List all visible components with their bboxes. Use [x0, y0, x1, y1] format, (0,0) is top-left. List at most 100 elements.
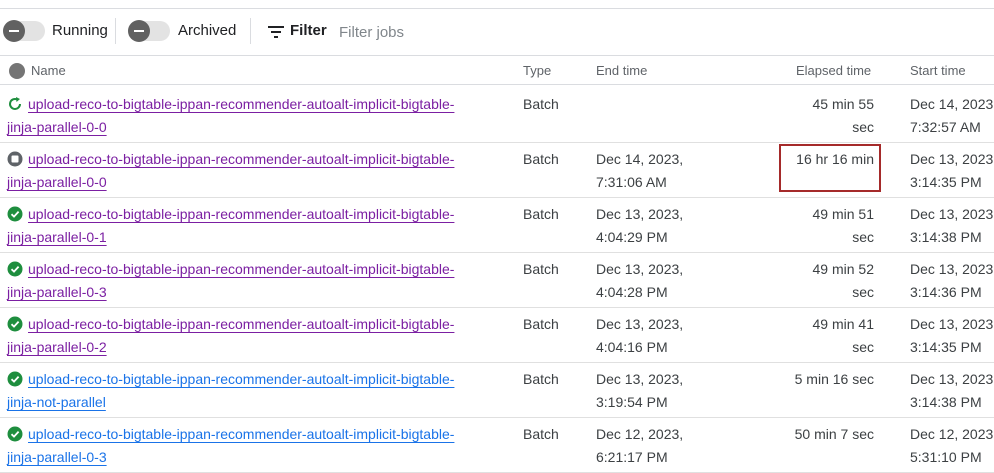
end-time-date: Dec 12, 2023, [596, 426, 684, 442]
start-time-clock: 3:14:35 PM [910, 339, 982, 355]
job-end-time: Dec 13, 2023, 4:04:29 PM [596, 203, 776, 249]
start-time-date: Dec 13, 2023 [910, 151, 994, 167]
filter-label[interactable]: Filter [290, 21, 327, 41]
table-row[interactable]: upload-reco-to-bigtable-ippan-recommende… [0, 418, 994, 473]
table-row[interactable]: upload-reco-to-bigtable-ippan-recommende… [0, 88, 994, 143]
success-check-icon [7, 261, 23, 277]
column-header-type[interactable]: Type [523, 63, 551, 79]
job-name-line1: upload-reco-to-bigtable-ippan-recommende… [28, 316, 455, 332]
elapsed-line1: 5 min 16 sec [794, 371, 874, 387]
job-type: Batch [523, 206, 559, 222]
filter-jobs-input[interactable] [337, 21, 541, 43]
table-header: Name Type End time Elapsed time Start ti… [0, 55, 994, 85]
job-elapsed-time: 5 min 16 sec [760, 368, 874, 391]
column-header-name[interactable]: Name [31, 63, 66, 79]
job-name-line1: upload-reco-to-bigtable-ippan-recommende… [28, 206, 455, 222]
end-time-clock: 4:04:29 PM [596, 229, 668, 245]
column-header-start-time[interactable]: Start time [910, 63, 966, 79]
stopped-status-icon [7, 151, 23, 167]
column-header-elapsed-time[interactable]: Elapsed time [796, 63, 871, 79]
job-name-link[interactable]: upload-reco-to-bigtable-ippan-recommende… [7, 316, 454, 355]
job-name: upload-reco-to-bigtable-ippan-recommende… [7, 148, 487, 194]
job-name-line1: upload-reco-to-bigtable-ippan-recommende… [28, 96, 455, 112]
job-start-time: Dec 14, 2023 7:32:57 AM [910, 93, 994, 139]
job-elapsed-time: 49 min 52 sec [760, 258, 874, 304]
end-time-clock: 3:19:54 PM [596, 394, 668, 410]
job-start-time: Dec 12, 2023 5:31:10 PM [910, 423, 994, 469]
table-row[interactable]: upload-reco-to-bigtable-ippan-recommende… [0, 363, 994, 418]
job-name-line2: jinja-parallel-0-0 [7, 174, 107, 190]
archived-label: Archived [178, 22, 237, 39]
job-name-line2: jinja-parallel-0-2 [7, 339, 107, 355]
job-end-time: Dec 14, 2023, 7:31:06 AM [596, 148, 776, 194]
job-end-time: Dec 13, 2023, 3:19:54 PM [596, 368, 776, 414]
table-row[interactable]: upload-reco-to-bigtable-ippan-recommende… [0, 253, 994, 308]
job-end-time: Dec 13, 2023, 4:04:16 PM [596, 313, 776, 359]
start-time-date: Dec 13, 2023 [910, 316, 994, 332]
job-elapsed-time: 45 min 55 sec [760, 93, 874, 139]
job-end-time: Dec 13, 2023, 4:04:28 PM [596, 258, 776, 304]
table-row[interactable]: upload-reco-to-bigtable-ippan-recommende… [0, 198, 994, 253]
job-name-line2: jinja-not-parallel [7, 394, 106, 410]
job-name-link[interactable]: upload-reco-to-bigtable-ippan-recommende… [7, 96, 454, 135]
column-header-end-time[interactable]: End time [596, 63, 647, 79]
success-check-icon [7, 426, 23, 442]
start-time-date: Dec 13, 2023 [910, 261, 994, 277]
job-name-line2: jinja-parallel-0-0 [7, 119, 107, 135]
job-name-link[interactable]: upload-reco-to-bigtable-ippan-recommende… [7, 151, 454, 190]
job-type: Batch [523, 261, 559, 277]
elapsed-line2: sec [852, 339, 874, 355]
job-name-link[interactable]: upload-reco-to-bigtable-ippan-recommende… [7, 426, 454, 465]
end-time-clock: 6:21:17 PM [596, 449, 668, 465]
job-name-link[interactable]: upload-reco-to-bigtable-ippan-recommende… [7, 206, 454, 245]
elapsed-line1: 45 min 55 [812, 96, 874, 112]
job-name-line1: upload-reco-to-bigtable-ippan-recommende… [28, 426, 455, 442]
job-name: upload-reco-to-bigtable-ippan-recommende… [7, 93, 487, 139]
end-time-date: Dec 13, 2023, [596, 261, 684, 277]
job-end-time: Dec 12, 2023, 6:21:17 PM [596, 423, 776, 469]
elapsed-time-highlight-box [779, 144, 881, 192]
start-time-date: Dec 12, 2023 [910, 426, 994, 442]
table-row[interactable]: upload-reco-to-bigtable-ippan-recommende… [0, 308, 994, 363]
elapsed-line2: sec [852, 229, 874, 245]
start-time-clock: 3:14:38 PM [910, 394, 982, 410]
job-name-link[interactable]: upload-reco-to-bigtable-ippan-recommende… [7, 261, 454, 300]
toolbar-divider [250, 18, 251, 44]
job-name: upload-reco-to-bigtable-ippan-recommende… [7, 203, 487, 249]
job-start-time: Dec 13, 2023 3:14:38 PM [910, 368, 994, 414]
top-divider [0, 8, 994, 9]
job-name-line2: jinja-parallel-0-1 [7, 229, 107, 245]
job-elapsed-time: 49 min 51 sec [760, 203, 874, 249]
toolbar: Running Archived Filter [0, 12, 994, 52]
end-time-clock: 4:04:16 PM [596, 339, 668, 355]
job-type: Batch [523, 316, 559, 332]
success-check-icon [7, 316, 23, 332]
start-time-clock: 7:32:57 AM [910, 119, 981, 135]
end-time-date: Dec 14, 2023, [596, 151, 684, 167]
job-start-time: Dec 13, 2023 3:14:38 PM [910, 203, 994, 249]
job-start-time: Dec 13, 2023 3:14:36 PM [910, 258, 994, 304]
job-name-line2: jinja-parallel-0-3 [7, 449, 107, 465]
toolbar-divider [115, 18, 116, 44]
elapsed-line1: 49 min 52 [812, 261, 874, 277]
start-time-clock: 3:14:36 PM [910, 284, 982, 300]
success-check-icon [7, 206, 23, 222]
job-name: upload-reco-to-bigtable-ippan-recommende… [7, 258, 487, 304]
job-end-time [596, 93, 776, 116]
job-name-link[interactable]: upload-reco-to-bigtable-ippan-recommende… [7, 371, 454, 410]
elapsed-line1: 49 min 51 [812, 206, 874, 222]
elapsed-line2: sec [852, 119, 874, 135]
filter-icon[interactable] [266, 24, 286, 40]
end-time-date: Dec 13, 2023, [596, 371, 684, 387]
running-toggle[interactable] [3, 20, 45, 42]
start-time-date: Dec 13, 2023 [910, 206, 994, 222]
job-elapsed-time: 50 min 7 sec [760, 423, 874, 446]
job-type: Batch [523, 96, 559, 112]
job-elapsed-time: 49 min 41 sec [760, 313, 874, 359]
job-name-line1: upload-reco-to-bigtable-ippan-recommende… [28, 151, 455, 167]
archived-toggle[interactable] [128, 20, 170, 42]
success-check-icon [7, 371, 23, 387]
running-status-icon [9, 97, 21, 110]
elapsed-line2: sec [852, 284, 874, 300]
elapsed-line1: 50 min 7 sec [794, 426, 874, 442]
